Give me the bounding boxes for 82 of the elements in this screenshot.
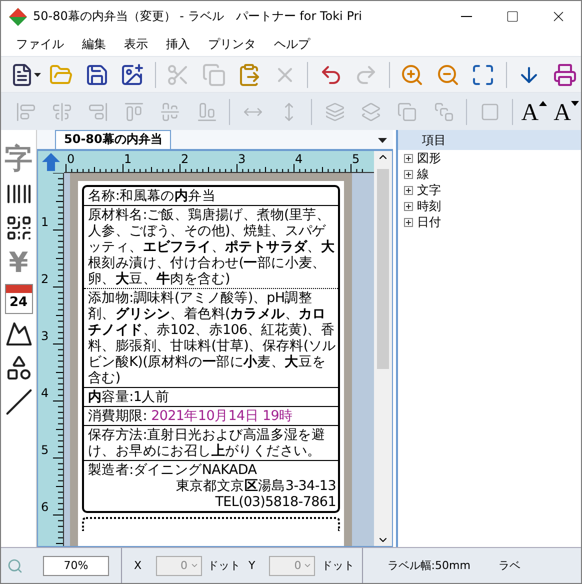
send-back-icon [361,102,382,122]
magnifier-icon [7,558,23,574]
ruler-number: 5 [41,444,49,456]
fit-window-icon [471,62,496,86]
menu-item[interactable]: ヘルプ [265,36,319,52]
ruler-number: 5 [352,153,360,165]
window-title: 50-80幕の内弁当（変更） - ラベル パートナー for Toki Pri [33,8,363,25]
document-tab[interactable]: 50-80幕の内弁当 [55,130,172,149]
line-icon[interactable] [4,388,32,416]
ruler-number: 1 [41,216,49,228]
label-text: 添加物:調味料(アミノ酸等)、pH調整剤、グリシン、着色料(カラメル、カロチノイド、赤102、赤106、紅花黄)、香料、膨張剤、甘味料(甘草)、保存料(ソルビン酸K)(原材料の一部に小麦、大豆を含む) [88,290,336,386]
app-logo-icon [9,8,27,26]
expand-icon[interactable] [404,202,413,210]
copy-icon [202,62,226,86]
scrollbar-thumb[interactable] [377,169,389,369]
ruler-number: 2 [181,153,189,165]
ruler-number: 6 [41,501,49,513]
dropdown-arrow-icon[interactable] [378,138,387,143]
menu-item[interactable]: 挿入 [157,36,199,52]
align-center-icon [52,102,72,122]
ruler-number: 2 [41,273,49,285]
label-text: 名称:和風幕の内弁当 [88,188,217,204]
label-text: 内容量:1人前 [88,389,170,405]
tree-item[interactable]: 線 [398,166,581,182]
y-label: Y [248,559,256,572]
ruler-number: 3 [41,330,49,342]
printer-icon [552,62,577,86]
status-text: ラベ [498,558,520,573]
unit-label: ドット [208,558,241,573]
label-text: 保存方法:直射日光および高温多湿を避け、お早めにお召し上がりください。 [88,427,326,459]
menu-item[interactable]: 表示 [115,36,157,52]
up-arrow-icon[interactable] [41,152,61,172]
unit-label: ドット [321,558,354,573]
label-text: 原材料名:ご飯、鶏唐揚げ、煮物(里芋、人参、ごぼう、その他)、焼鮭、スパゲッティ、エビフライ、ポテトサラダ、大根刻み漬け、付け合わせ(一部に小麦、卵、大豆、牛肉を含む) [88,207,336,287]
zoom-out-icon [436,62,460,86]
expiry-text: 消費期限: 2021年10月14日 19時 [88,408,294,424]
expand-icon[interactable] [404,186,413,194]
folder-icon [49,62,73,86]
ruler-number: 4 [41,387,49,399]
label-text: 製造者:ダイニングNAKADA [88,462,258,478]
minimize-icon [460,16,472,17]
qr-code-icon[interactable] [4,214,32,242]
x-label: X [134,559,142,572]
ruler-number: 4 [295,153,303,165]
align-top-icon [124,102,144,122]
align-right-icon [88,102,108,122]
align-middle-icon [160,102,180,122]
image-icon[interactable] [4,320,32,348]
paste-icon [237,62,262,86]
ruler-number: 1 [124,153,132,165]
menu-item[interactable]: プリンタ [199,36,265,52]
tree-header: 項目 [398,130,581,150]
address-line: TEL(03)5818-7861 [214,494,336,510]
save-image-icon [120,62,144,86]
calendar-tool[interactable]: 24 [4,284,32,314]
zoom-field[interactable]: 70% [43,556,109,576]
address-line: 東京都文京区湯島3-34-13 [174,478,336,494]
tree-item[interactable]: 日付 [398,214,581,230]
bring-front-icon [325,102,346,122]
palette-tool[interactable]: ¥ [8,248,28,278]
expand-icon[interactable] [404,154,413,162]
tree-item[interactable]: 図形 [398,150,581,166]
ruler-number: 3 [238,153,246,165]
zoom-in-icon [400,62,424,86]
expand-icon[interactable] [404,218,413,226]
cut-icon [166,62,190,86]
caret-icon[interactable] [34,72,41,76]
tree-item[interactable]: 時刻 [398,198,581,214]
menu-item[interactable]: 編集 [73,36,115,52]
align-bottom-icon [196,102,217,122]
menu-item[interactable]: ファイル [7,36,73,52]
font-smaller-button[interactable]: A [552,96,581,126]
maximize-icon [506,10,518,23]
ruler-number: 0 [67,153,75,165]
label-width-text: ラベル幅:50mm [387,558,470,573]
expand-icon[interactable] [404,170,413,178]
shape-icon[interactable] [4,354,32,382]
tree-item[interactable]: 文字 [398,182,581,198]
font-larger-button[interactable]: A [519,96,549,126]
palette-tool[interactable]: 字 [4,144,32,174]
align-left-icon [16,102,36,122]
save-icon [84,62,109,86]
